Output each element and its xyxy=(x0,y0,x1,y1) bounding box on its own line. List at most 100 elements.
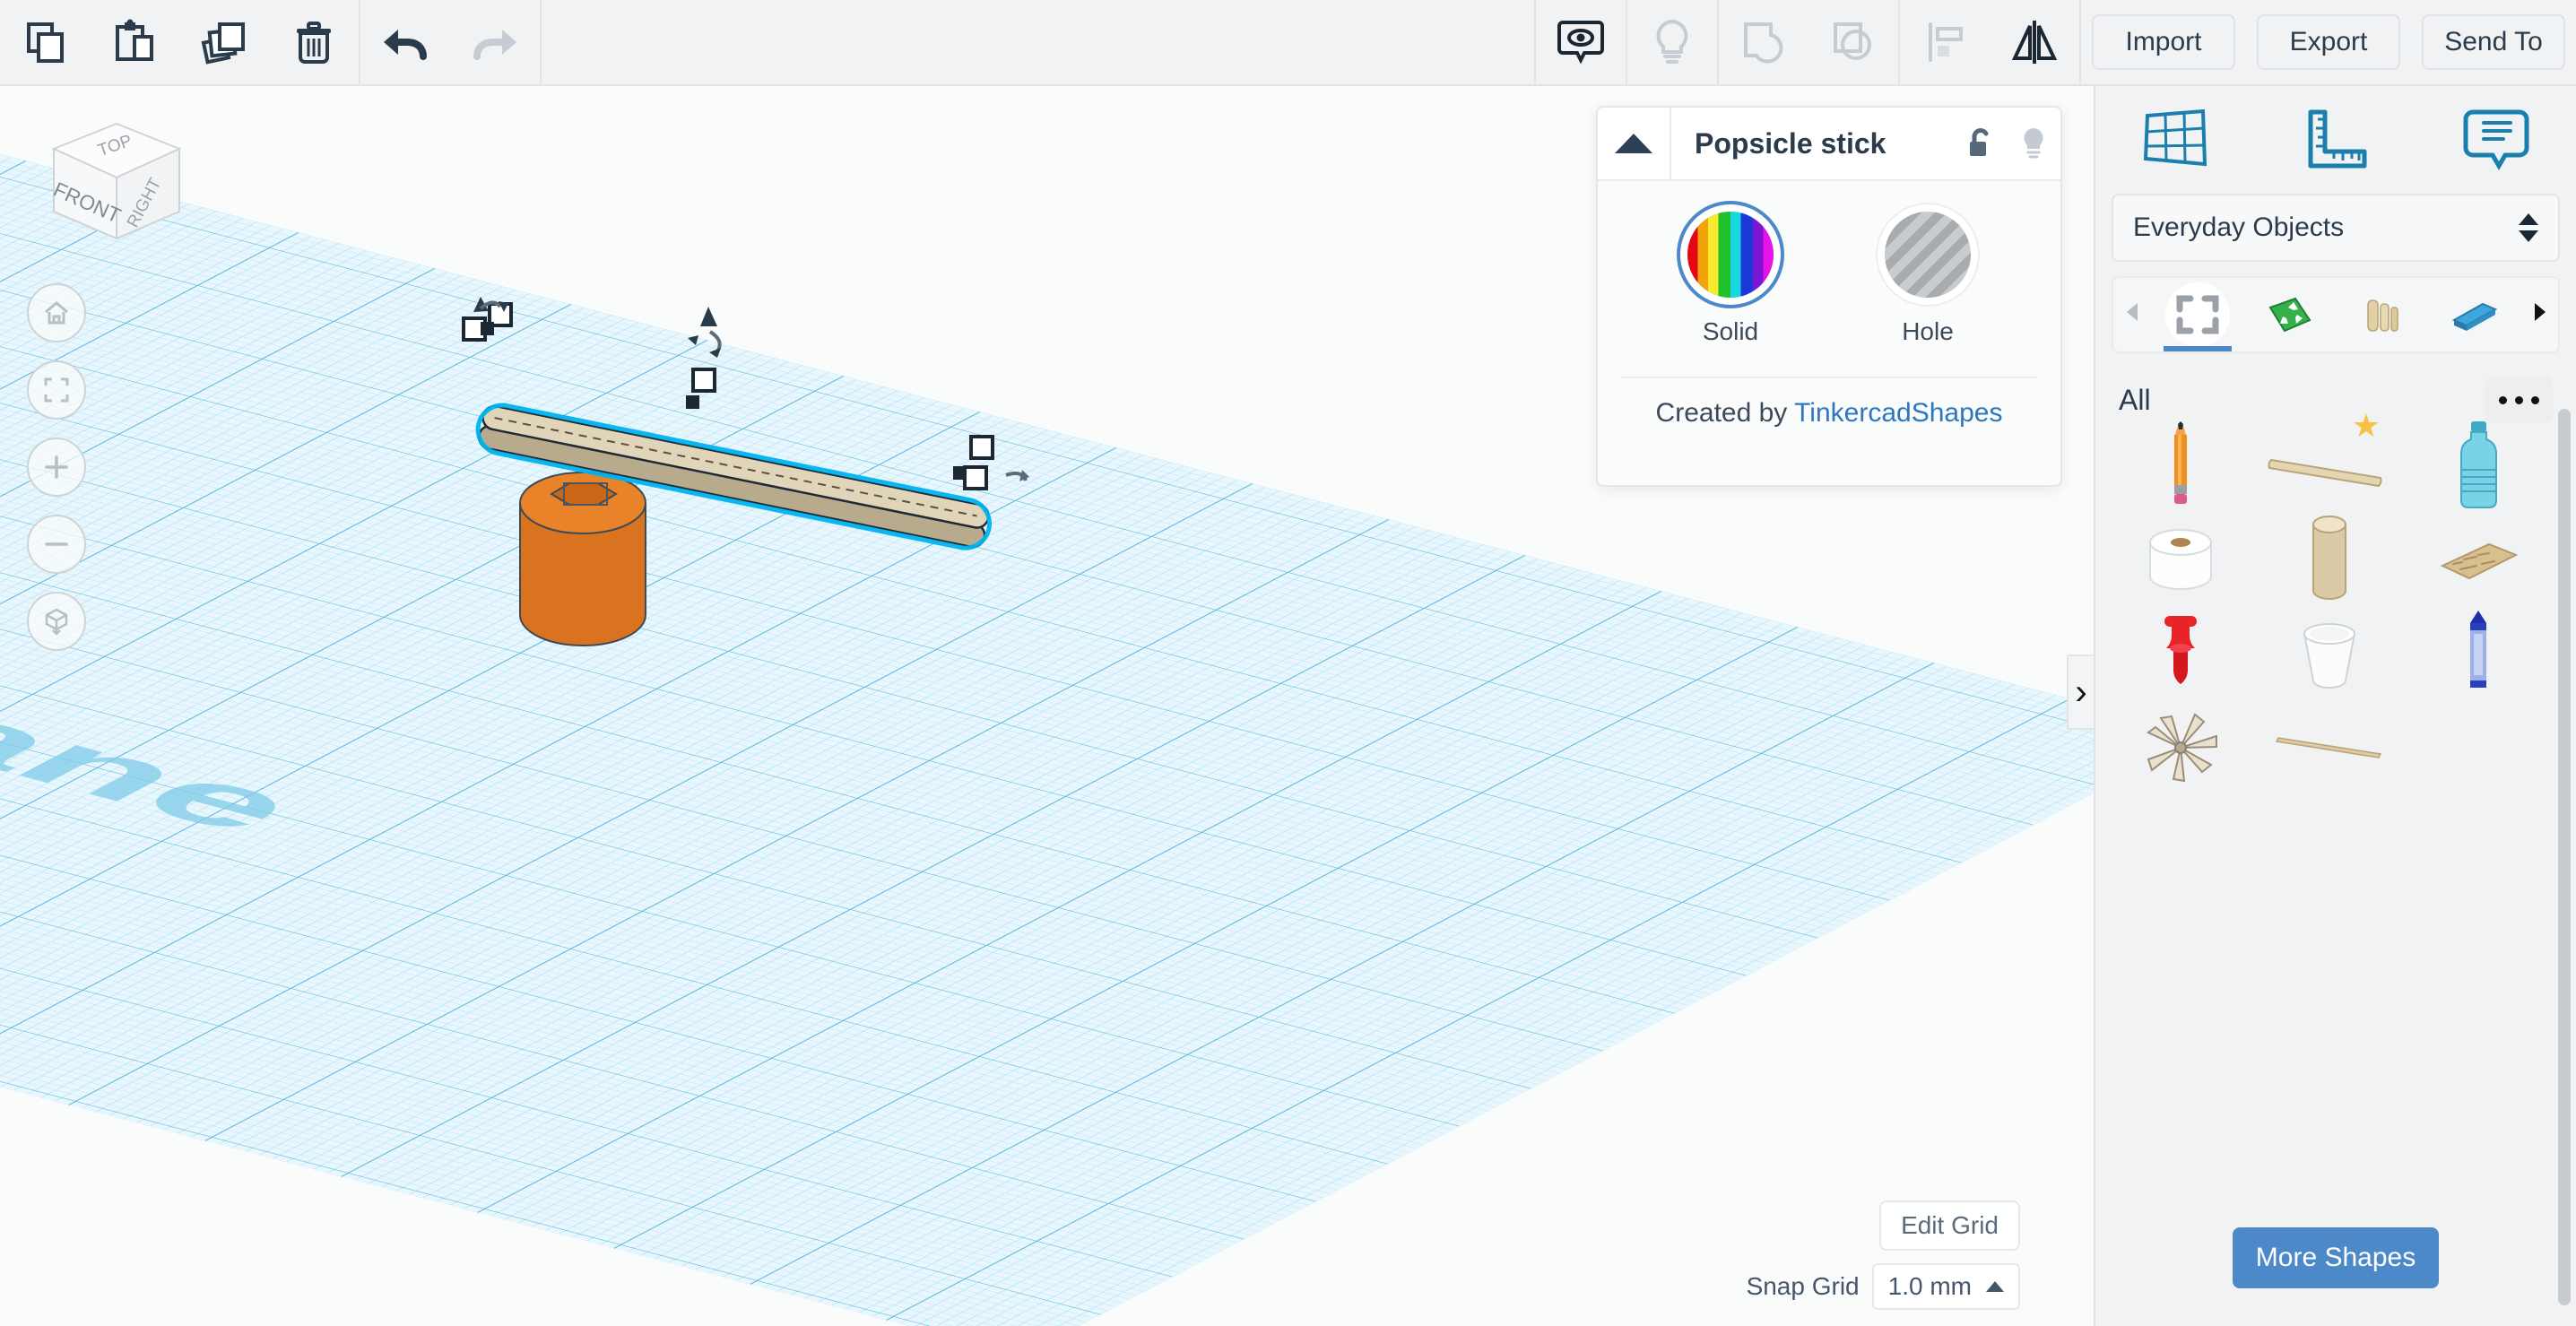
pushpin-icon xyxy=(2164,615,2197,684)
carousel-item-brackets[interactable] xyxy=(2155,278,2241,351)
shape-toilet-paper-roll[interactable] xyxy=(2106,512,2255,606)
unlock-icon xyxy=(1970,128,1989,156)
solid-color-swatch[interactable] xyxy=(1687,212,1774,298)
shape-jacks[interactable] xyxy=(2106,700,2255,794)
shape-library-select[interactable]: Everyday Objects xyxy=(2112,194,2560,262)
zoom-out-button[interactable] xyxy=(27,515,86,574)
inspector-header: Popsicle stick xyxy=(1598,108,2060,181)
shape-mode-swatches: Solid Hole xyxy=(1598,212,2060,346)
workplane-grid-icon xyxy=(2144,108,2207,167)
export-button[interactable]: Export xyxy=(2257,14,2400,70)
top-toolbar: Import Export Send To xyxy=(0,0,2576,86)
highlight-toggle-button[interactable] xyxy=(2007,108,2060,180)
shapes-scrollbar[interactable] xyxy=(2558,409,2571,1305)
fit-to-screen-icon xyxy=(44,377,69,403)
recycle-tile-icon xyxy=(2268,297,2311,333)
snap-grid-label: Snap Grid xyxy=(1746,1272,1860,1300)
caret-up-icon xyxy=(1986,1281,2004,1292)
stapler-icon xyxy=(2451,302,2497,331)
zoom-in-button[interactable] xyxy=(27,438,86,497)
hole-mode-option[interactable]: Hole xyxy=(1860,212,1995,346)
fit-view-button[interactable] xyxy=(27,360,86,420)
carousel-next-button[interactable] xyxy=(2520,300,2558,330)
paper-roll-icon xyxy=(2149,528,2212,590)
undo-button[interactable] xyxy=(360,0,450,85)
paper-cup-icon xyxy=(2303,622,2356,689)
edit-grid-button[interactable]: Edit Grid xyxy=(1879,1200,2020,1251)
inspector-body: Solid Hole Created by TinkercadShapes xyxy=(1598,181,2060,448)
shape-pushpin[interactable] xyxy=(2106,606,2255,700)
tab-ruler[interactable] xyxy=(2286,100,2385,180)
copy-button[interactable] xyxy=(0,0,90,85)
lightbulb-icon xyxy=(2024,128,2043,159)
align-button[interactable] xyxy=(1900,0,1990,85)
shape-pencil[interactable] xyxy=(2106,418,2255,512)
shape-toothpick[interactable] xyxy=(2255,700,2404,794)
ruler-icon xyxy=(2308,109,2367,169)
rotation-handle-top-mid xyxy=(688,307,722,358)
carousel-item-recycle[interactable] xyxy=(2247,278,2333,351)
spinner-arrows-icon xyxy=(2519,213,2538,242)
shape-library-value: Everyday Objects xyxy=(2133,212,2345,242)
inspector-credit: Created by TinkercadShapes xyxy=(1598,378,2060,448)
snap-grid-row: Snap Grid 1.0 mm xyxy=(1747,1263,2020,1310)
panel-collapse-tab[interactable]: › xyxy=(2067,654,2094,730)
mirror-button[interactable] xyxy=(1990,0,2079,85)
orthographic-cube-icon xyxy=(45,608,68,636)
cork-tile-icon xyxy=(2440,542,2519,579)
view-cube[interactable]: TOP FRONT RIGHT xyxy=(27,104,206,256)
hole-label: Hole xyxy=(1902,317,1954,345)
carousel-items xyxy=(2151,278,2520,351)
group-button[interactable] xyxy=(1719,0,1808,85)
show-hide-button[interactable] xyxy=(1536,0,1626,85)
paste-button[interactable] xyxy=(90,0,179,85)
edit-tools-group xyxy=(0,0,542,85)
shape-water-bottle[interactable] xyxy=(2404,418,2553,512)
triangle-left-icon xyxy=(2127,302,2138,321)
shape-crayon[interactable] xyxy=(2404,606,2553,700)
ungroup-button[interactable] xyxy=(1808,0,1898,85)
carousel-item-stapler[interactable] xyxy=(2432,278,2518,351)
pencil-icon xyxy=(2174,420,2187,504)
carousel-prev-button[interactable] xyxy=(2113,300,2151,330)
more-shapes-button[interactable]: More Shapes xyxy=(2233,1227,2439,1288)
tinkercad-editor: Import Export Send To TOP FRONT RIGHT › … xyxy=(0,0,2576,1326)
shape-cork-tile[interactable] xyxy=(2404,512,2553,606)
triangle-right-icon xyxy=(2535,302,2546,321)
corner-brackets-icon xyxy=(2176,295,2218,334)
delete-button[interactable] xyxy=(269,0,359,85)
redo-button[interactable] xyxy=(450,0,540,85)
shape-paper-cup[interactable] xyxy=(2255,606,2404,700)
snap-grid-select[interactable]: 1.0 mm xyxy=(1871,1263,2020,1310)
send-to-button[interactable]: Send To xyxy=(2422,14,2565,70)
snap-grid-value: 1.0 mm xyxy=(1887,1272,1972,1300)
rotation-handle-bottom-right xyxy=(1005,470,1029,481)
shape-popsicle-stick[interactable]: ★ xyxy=(2255,407,2404,512)
file-actions-group: Import Export Send To xyxy=(2081,0,2576,84)
projection-toggle-button[interactable] xyxy=(27,592,86,651)
credit-author-link[interactable]: TinkercadShapes xyxy=(1794,398,2002,428)
triangle-up-icon xyxy=(1615,134,1652,153)
wooden-dowels-icon xyxy=(2366,299,2398,332)
home-icon xyxy=(45,301,68,325)
import-button[interactable]: Import xyxy=(2092,14,2235,70)
resize-handles xyxy=(462,302,994,490)
carousel-item-dowels[interactable] xyxy=(2339,278,2425,351)
water-bottle-icon xyxy=(2460,420,2497,508)
center-handles xyxy=(691,368,716,393)
shapes-grid: ★ xyxy=(2095,400,2563,1183)
jacks-star-icon xyxy=(2147,712,2217,782)
lock-toggle-button[interactable] xyxy=(1953,108,2007,180)
category-carousel xyxy=(2112,276,2560,353)
tab-workplane[interactable] xyxy=(2126,100,2225,180)
solid-mode-option[interactable]: Solid xyxy=(1663,212,1798,346)
hole-hatched-swatch[interactable] xyxy=(1885,212,1971,298)
light-button[interactable] xyxy=(1627,0,1717,85)
popsicle-stick-icon xyxy=(2268,458,2382,487)
duplicate-button[interactable] xyxy=(179,0,269,85)
tab-notes[interactable] xyxy=(2447,100,2546,180)
home-view-button[interactable] xyxy=(27,283,86,342)
toothpick-icon xyxy=(2275,736,2382,758)
inspector-collapse-button[interactable] xyxy=(1598,108,1671,180)
shape-cardboard-tube[interactable] xyxy=(2255,512,2404,606)
